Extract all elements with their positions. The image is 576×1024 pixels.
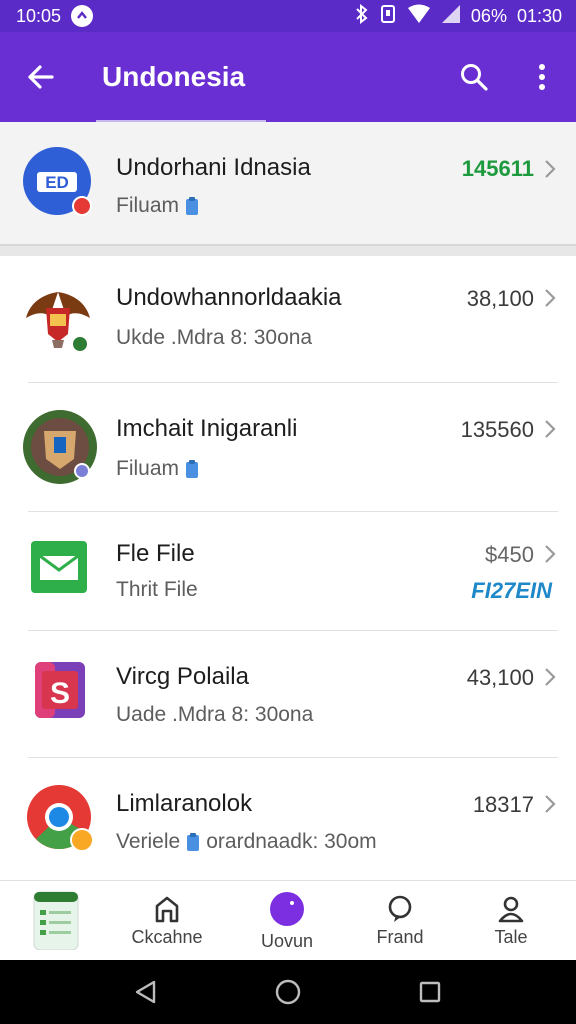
item-subtitle: Uade .Mdra 8: 30ona — [116, 703, 314, 726]
wallet-card-icon — [33, 891, 79, 950]
app-bar: Undonesia — [0, 32, 576, 122]
s-app-icon: S — [34, 661, 86, 719]
document-icon — [187, 833, 200, 851]
item-subtitle: Filuam — [116, 457, 199, 481]
item-amount: 38,100 — [466, 286, 534, 311]
nav-label: Uovun — [260, 930, 314, 951]
item-subtitle-prefix: Veriele — [116, 830, 181, 853]
chevron-right-icon — [545, 420, 556, 438]
bluetooth-icon — [355, 3, 369, 29]
nav-label: Tale — [494, 926, 528, 947]
nav-label: Ckcahne — [131, 926, 203, 947]
item-title: Vircg Polaila — [116, 663, 249, 690]
item-subtitle-text: Filuam — [116, 457, 180, 480]
list-item[interactable]: Fle File Thrit File $450 FI27EIN — [0, 512, 576, 630]
svg-text:S: S — [50, 677, 70, 710]
avatar-text: ED — [45, 173, 69, 192]
document-icon — [186, 460, 199, 478]
signal-icon — [441, 4, 461, 29]
nav-home[interactable]: Ckcahne — [112, 881, 222, 961]
wifi-icon — [407, 4, 431, 29]
item-title: Limlaranolok — [116, 790, 253, 817]
person-icon — [498, 896, 524, 922]
list-item[interactable]: Limlaranolok Veriele orardnaadk: 30om 18… — [0, 758, 576, 880]
page-title: Undonesia — [102, 61, 246, 92]
circle-home-icon — [275, 979, 301, 1005]
nav-tale[interactable]: Tale — [456, 881, 566, 961]
more-vert-icon — [539, 64, 545, 90]
status-clock: 01:30 — [516, 5, 562, 26]
nav-label: Frand — [376, 926, 424, 947]
crest-emblem-icon — [22, 409, 97, 484]
nav-uovun[interactable]: Uovun — [232, 881, 342, 961]
home-icon — [155, 896, 179, 922]
top-item-title: Undorhani Idnasia — [116, 154, 311, 181]
circle-purple-icon — [270, 891, 304, 926]
list-item[interactable]: S Vircg Polaila Uade .Mdra 8: 30ona 43,1… — [0, 631, 576, 757]
item-subtitle: Ukde .Mdra 8: 30ona — [116, 326, 313, 349]
document-icon — [186, 197, 199, 215]
more-options-button[interactable] — [508, 32, 576, 122]
vibrate-icon — [379, 4, 397, 29]
system-recents-button[interactable] — [412, 974, 448, 1010]
nav-wallet[interactable] — [6, 881, 106, 961]
back-button[interactable] — [0, 32, 80, 122]
list-item[interactable]: Imchait Inigaranli Filuam 135560 — [0, 383, 576, 511]
chevron-right-icon — [545, 668, 556, 686]
battery-level: 06% — [470, 5, 507, 26]
list-item[interactable]: Undowhannorldaakia Ukde .Mdra 8: 30ona 3… — [0, 256, 576, 382]
top-item-avatar: ED — [22, 146, 94, 218]
eagle-emblem-icon — [22, 282, 94, 354]
chevron-right-icon — [545, 289, 556, 307]
chevron-right-icon — [545, 160, 556, 178]
notification-icon — [71, 5, 94, 27]
item-title: Imchait Inigaranli — [116, 415, 298, 442]
chevron-right-icon — [545, 545, 556, 563]
system-navigation-bar — [0, 960, 576, 1024]
item-extra-label: FI27EIN — [471, 578, 552, 603]
system-back-button[interactable] — [128, 974, 164, 1010]
top-item-subtitle-text: Filuam — [116, 194, 180, 217]
section-gap — [0, 246, 576, 256]
square-recents-icon — [419, 981, 441, 1003]
top-list-item[interactable]: ED Undorhani Idnasia Filuam 145611 — [0, 122, 576, 246]
bottom-navigation: Ckcahne Uovun Frand Tale — [0, 880, 576, 960]
triangle-back-icon — [135, 980, 156, 1004]
top-item-subtitle: Filuam — [116, 194, 199, 218]
back-arrow-icon — [28, 65, 54, 89]
status-time: 10:05 — [16, 5, 62, 26]
system-home-button[interactable] — [270, 974, 306, 1010]
item-subtitle: Veriele orardnaadk: 30om — [116, 830, 377, 854]
item-subtitle: Thrit File — [116, 578, 198, 601]
chat-icon — [388, 895, 412, 922]
item-amount: 18317 — [472, 792, 534, 817]
nav-frand[interactable]: Frand — [345, 881, 455, 961]
search-button[interactable] — [440, 32, 508, 122]
mail-icon — [30, 538, 88, 596]
status-bar: 10:05 06% 01:30 — [0, 0, 576, 32]
item-title: Undowhannorldaakia — [116, 284, 342, 311]
chrome-icon — [26, 784, 96, 854]
item-amount: 135560 — [460, 417, 534, 442]
search-icon — [461, 64, 488, 91]
chevron-right-icon — [545, 795, 556, 813]
item-amount: $450 — [485, 542, 534, 567]
item-amount: 43,100 — [466, 665, 534, 690]
top-item-amount: 145611 — [461, 156, 534, 181]
item-subtitle-text: orardnaadk: 30om — [206, 830, 377, 853]
item-title: Fle File — [116, 540, 195, 567]
